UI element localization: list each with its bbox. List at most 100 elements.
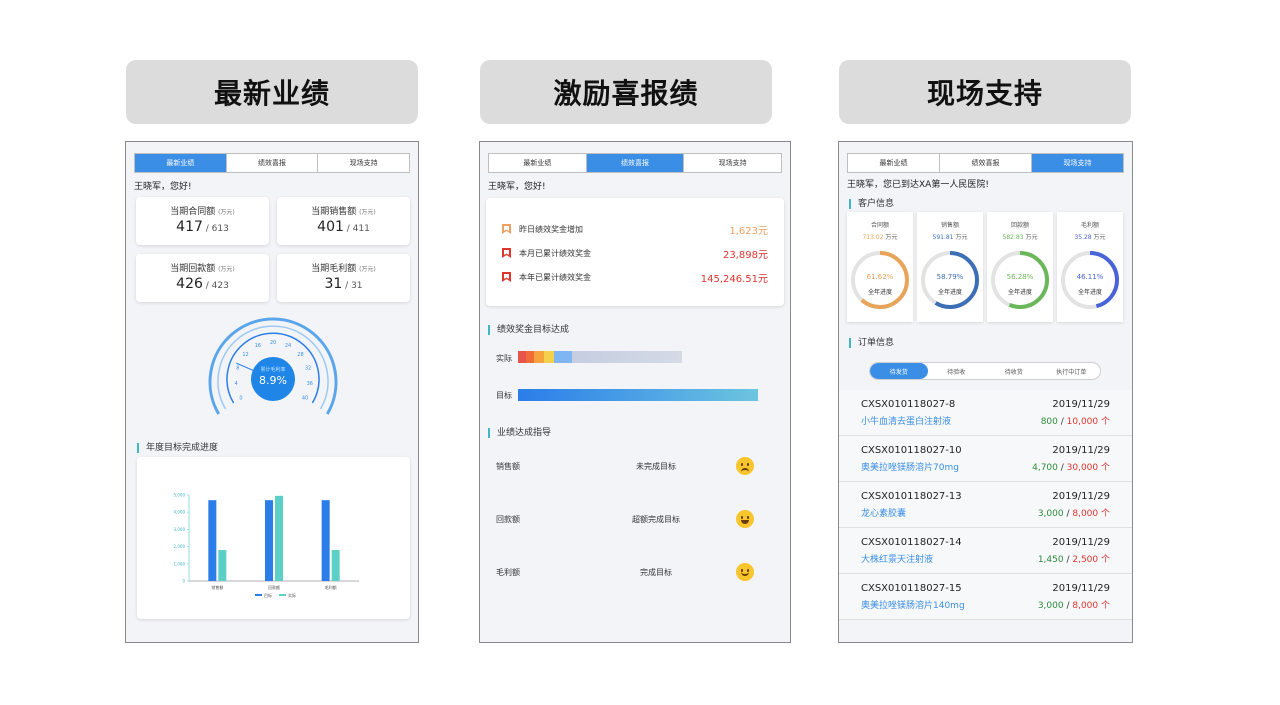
perf-metric: 销售额: [496, 461, 520, 471]
segment-in-progress[interactable]: 执行中订单: [1043, 363, 1101, 379]
order-row[interactable]: CXSX010118027-15 2019/11/29 奥美拉唑镁肠溶片140mg 3…: [839, 574, 1132, 620]
tab-latest-performance[interactable]: 最新业绩: [848, 154, 940, 172]
sad-face-icon: [736, 457, 754, 475]
actual-bar-segment: [518, 351, 526, 363]
perf-row-gross-profit[interactable]: 毛利额 完成目标: [496, 563, 774, 581]
y-tick-label: 0: [182, 579, 185, 584]
kpi-label: 当期毛利额: [311, 264, 357, 274]
actual-bar-remaining: [572, 351, 682, 363]
segment-pending-shipment[interactable]: 待发货: [870, 363, 928, 379]
reward-label: 本月已累计绩效奖金: [519, 248, 591, 258]
tab-bar: 最新业绩 绩效喜报 现场支持: [134, 153, 410, 173]
order-row[interactable]: CXSX010118027-10 2019/11/29 奥美拉唑镁肠溶片70mg 4,…: [839, 436, 1132, 482]
bar-实际[interactable]: [218, 550, 227, 581]
customer-metric-unit: 万元: [1025, 234, 1038, 241]
order-row[interactable]: CXSX010118027-13 2019/11/29 龙心素胶囊 3,000 / 8…: [839, 482, 1132, 528]
gauge-tick-label: 12: [242, 352, 248, 358]
order-id: CXSX010118027-13: [861, 491, 962, 502]
kpi-card-sales[interactable]: 当期销售额 (万元) 401 / 411: [277, 197, 410, 245]
customer-card[interactable]: 回款额 582.83 万元 56.28% 全年进度: [987, 212, 1053, 322]
tab-latest-performance[interactable]: 最新业绩: [135, 154, 227, 172]
gauge-tick-label: 16: [255, 343, 261, 349]
order-done-qty: 3,000: [1037, 509, 1064, 519]
order-quantity: 800 / 10,000 个: [1040, 417, 1110, 427]
order-done-qty: 800: [1040, 417, 1058, 427]
order-row[interactable]: CXSX010118027-14 2019/11/29 大株红景天注射液 1,450 …: [839, 528, 1132, 574]
bar-目标[interactable]: [208, 500, 217, 581]
kpi-unit: (万元): [218, 266, 235, 273]
bar-实际[interactable]: [275, 495, 283, 581]
section-title-annual-progress: 年度目标完成进度: [137, 443, 218, 453]
customer-card[interactable]: 毛利额 35.28 万元 46.11% 全年进度: [1057, 212, 1123, 322]
gauge-tick-label: 8: [236, 366, 239, 372]
order-product-name[interactable]: 小牛血清去蛋白注射液: [861, 414, 951, 427]
actual-bar-segment: [554, 351, 572, 363]
bar-目标[interactable]: [321, 500, 330, 581]
customer-metric-value: 713.02: [862, 234, 884, 241]
kpi-unit: (万元): [218, 209, 235, 216]
reward-row-year[interactable]: 本年已累计绩效奖金 145,246.51元: [502, 270, 768, 285]
x-tick-label: 毛利额: [325, 584, 337, 590]
legend-swatch: [279, 594, 286, 596]
customer-card[interactable]: 销售额 591.81 万元 58.79% 全年进度: [917, 212, 983, 322]
tab-performance-report[interactable]: 绩效喜报: [227, 154, 319, 172]
progress-label: 全年进度: [867, 289, 892, 296]
order-product-name[interactable]: 奥美拉唑镁肠溶片140mg: [861, 598, 965, 611]
gauge-tick-label: 24: [285, 343, 291, 349]
segment-pending-receipt[interactable]: 待收货: [985, 363, 1043, 379]
reward-row-month[interactable]: 本月已累计绩效奖金 23,898元: [502, 246, 768, 261]
actual-label: 实际: [496, 354, 512, 363]
customer-metric-unit: 万元: [1093, 234, 1106, 241]
tab-onsite-support[interactable]: 现场支持: [684, 154, 781, 172]
customer-card[interactable]: 合同额 713.02 万元 61.62% 全年进度: [847, 212, 913, 322]
reward-row-yesterday[interactable]: 昨日绩效奖金增加 1,623元: [502, 222, 768, 237]
customer-metric-label: 销售额: [940, 222, 959, 229]
perf-status: 未完成目标: [636, 461, 676, 471]
order-product-name[interactable]: 大株红景天注射液: [861, 552, 933, 565]
order-quantity: 1,450 / 2,500 个: [1037, 555, 1110, 565]
kpi-card-contract[interactable]: 当期合同额 (万元) 417 / 613: [136, 197, 269, 245]
order-date: 2019/11/29: [1052, 537, 1110, 548]
order-date: 2019/11/29: [1052, 399, 1110, 410]
legend-label: 目标: [264, 592, 272, 598]
x-tick-label: 销售额: [211, 584, 223, 590]
progress-percent: 61.62%: [866, 273, 894, 281]
kpi-value: 417: [176, 219, 203, 235]
customer-metric-label: 合同额: [870, 222, 889, 229]
bar-实际[interactable]: [331, 550, 340, 581]
bar-目标[interactable]: [265, 500, 273, 581]
gauge-tick-label: 36: [307, 381, 313, 387]
tab-onsite-support[interactable]: 现场支持: [1032, 154, 1123, 172]
kpi-card-gross-profit[interactable]: 当期毛利额 (万元) 31 / 31: [277, 254, 410, 302]
reward-value: 145,246.51元: [700, 273, 768, 285]
segment-pending-acceptance[interactable]: 待验收: [928, 363, 986, 379]
gauge-tick-label: 28: [297, 352, 303, 358]
tab-performance-report[interactable]: 绩效喜报: [940, 154, 1032, 172]
perf-status: 完成目标: [640, 567, 672, 577]
order-product-name[interactable]: 奥美拉唑镁肠溶片70mg: [861, 460, 959, 473]
tab-onsite-support[interactable]: 现场支持: [318, 154, 409, 172]
perf-row-collection[interactable]: 回款额 超额完成目标: [496, 510, 774, 528]
tab-bar: 最新业绩 绩效喜报 现场支持: [488, 153, 782, 173]
legend-swatch: [255, 594, 262, 596]
kpi-label: 当期回款额: [170, 264, 216, 274]
annual-progress-chart-card: 0 1,000 2,000 3,000 4,000 5,000 销售额 回款额 毛利额 目标 实…: [137, 457, 410, 619]
perf-status: 超额完成目标: [632, 514, 680, 524]
order-product-name[interactable]: 龙心素胶囊: [861, 506, 906, 519]
chart-x-labels: 销售额 回款额 毛利额: [211, 584, 336, 590]
reward-value: 1,623元: [729, 225, 768, 237]
target-progress-bar: [518, 389, 758, 401]
gauge-tick-label: 20: [270, 340, 276, 346]
kpi-target: 613: [211, 224, 229, 234]
kpi-target: 423: [211, 281, 229, 291]
perf-row-sales[interactable]: 销售额 未完成目标: [496, 457, 774, 475]
tab-performance-report[interactable]: 绩效喜报: [586, 154, 685, 172]
kpi-card-collection[interactable]: 当期回款额 (万元) 426 / 423: [136, 254, 269, 302]
order-row[interactable]: CXSX010118027-8 2019/11/29 小牛血清去蛋白注射液 800 /…: [839, 390, 1132, 436]
slide: 最新业绩 激励喜报绩 现场支持 最新业绩 绩效喜报 现场支持 王晓军，您好! 当…: [0, 0, 1280, 705]
order-date: 2019/11/29: [1052, 445, 1110, 456]
tab-latest-performance[interactable]: 最新业绩: [489, 154, 587, 172]
perf-metric: 毛利额: [496, 567, 520, 577]
y-tick-label: 3,000: [174, 527, 186, 532]
customer-metric-label: 毛利额: [1080, 222, 1099, 229]
